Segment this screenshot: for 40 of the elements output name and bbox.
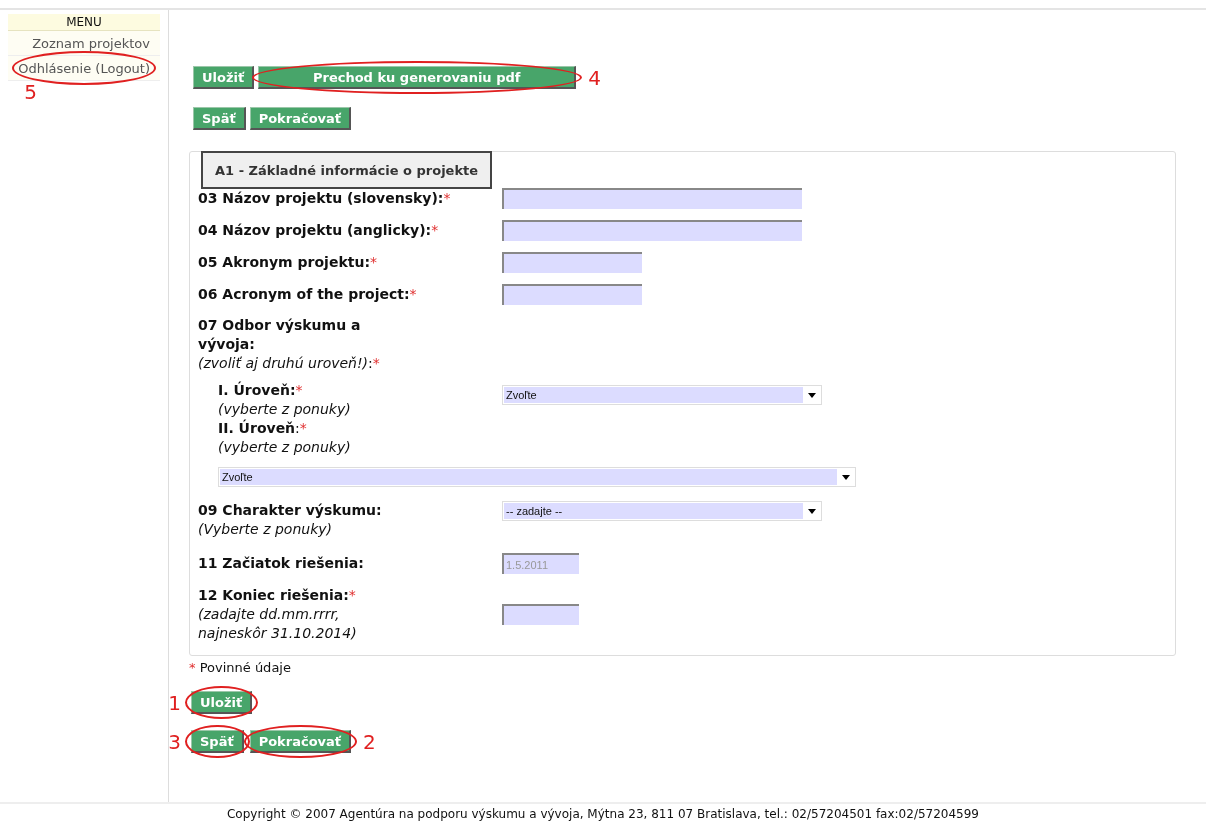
field-label: 12 Koniec riešenia:* [198,586,357,605]
field-label: 06 Acronym of the project:* [198,285,417,302]
field-label: 03 Názov projektu (slovensky):* [198,189,451,206]
field-hint: (Vyberte z ponuky) [198,520,333,539]
text-field[interactable] [502,283,642,305]
dropdown[interactable]: -- zadajte -- [502,501,822,521]
annotation-number: 4 [588,67,601,88]
field-label: II. Úroveň:* [218,419,308,438]
annotation-number: 1 [168,692,181,713]
footer-text: Copyright © 2007 Agentúra na podporu výskumu a vývoja, Mýtna 23, 811 07 Bratislava, tel.: 02/57204501 fax:02/57204599 [227,806,979,822]
text-field[interactable] [502,604,579,625]
required-note: * Povinné údaje [189,660,291,675]
field-hint: (zvoliť aj druhú uroveň!):* [198,354,381,373]
text-field[interactable] [502,187,802,209]
continue-button[interactable]: Pokračovať [249,107,352,130]
field-label: 05 Akronym projektu:* [198,253,377,270]
field-label: 11 Začiatok riešenia: [198,554,365,573]
annotation-number: 3 [168,731,181,752]
annotation-number: 5 [24,82,37,102]
field-label: 07 Odbor výskumu a vývoja: [198,316,362,354]
dropdown[interactable]: Zvoľte [218,467,856,487]
dropdown[interactable]: Zvoľte [502,385,822,405]
field-label: 09 Charakter výskumu: [198,501,383,520]
annotation-number: 2 [363,731,376,752]
save-button[interactable]: Uložiť [191,691,253,714]
save-button[interactable]: Uložiť [193,66,255,89]
continue-button[interactable]: Pokračovať [249,730,352,753]
field-hint: (vyberte z ponuky) [218,438,352,457]
text-field[interactable] [502,219,802,241]
caret-icon [808,508,816,514]
field-label: I. Úroveň:* [218,381,304,400]
pdf-button[interactable]: Prechod ku generovaniu pdf [258,66,577,89]
text-field[interactable] [502,251,642,273]
field-hint: (zadajte dd.mm.rrrr, najneskôr 31.10.2014) [198,605,358,643]
back-button[interactable]: Späť [193,107,246,130]
field-label: 04 Názov projektu (anglicky):* [198,221,439,238]
field-hint: (vyberte z ponuky) [218,400,352,419]
caret-icon [842,474,850,480]
caret-icon [808,392,816,398]
back-button[interactable]: Späť [191,730,244,753]
